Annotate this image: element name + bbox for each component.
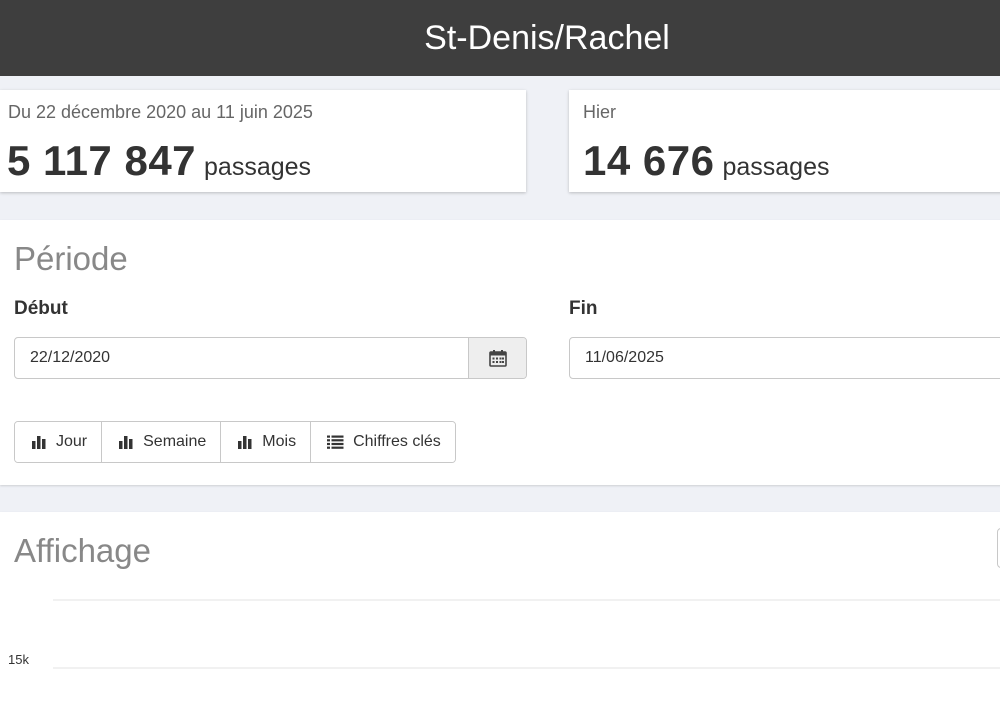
start-calendar-button[interactable] xyxy=(468,338,526,378)
jour-button[interactable]: Jour xyxy=(15,422,103,462)
chiffres-cles-button[interactable]: Chiffres clés xyxy=(311,422,455,462)
yesterday-count: 14 676 xyxy=(583,137,715,184)
date-range-text: Du 22 décembre 2020 au 11 juin 2025 xyxy=(8,102,313,122)
start-date-label: Début xyxy=(14,298,68,319)
bar-chart-icon xyxy=(31,435,47,449)
yesterday-passages-card: Hier 14 676 passages xyxy=(569,90,1000,192)
periode-title: Période xyxy=(14,240,128,277)
start-date-value[interactable]: 22/12/2020 xyxy=(15,349,468,367)
mois-button[interactable]: Mois xyxy=(221,422,312,462)
list-icon xyxy=(327,435,344,449)
periode-panel: Période Début 22/12/2020 Fin 11/06/2025 xyxy=(0,220,1000,485)
chiffres-cles-label: Chiffres clés xyxy=(353,433,441,450)
affichage-panel: Affichage 15k xyxy=(0,512,1000,702)
semaine-label: Semaine xyxy=(143,433,207,450)
y-tick-label: 15k xyxy=(8,652,29,667)
granularity-button-group: Jour Semaine Mois Chiffres clés xyxy=(14,421,456,463)
top-header-bar: St-Denis/Rachel xyxy=(0,0,1000,76)
semaine-button[interactable]: Semaine xyxy=(102,422,222,462)
chart: 15k xyxy=(8,599,1000,669)
calendar-icon xyxy=(488,350,507,367)
total-count: 5 117 847 xyxy=(7,137,197,184)
end-date-label: Fin xyxy=(569,298,598,319)
bar-chart-icon xyxy=(118,435,134,449)
page-title: St-Denis/Rachel xyxy=(424,18,670,57)
yesterday-label: Hier xyxy=(583,102,617,122)
mois-label: Mois xyxy=(262,433,297,450)
start-date-field[interactable]: 22/12/2020 xyxy=(14,337,527,379)
end-date-field[interactable]: 11/06/2025 xyxy=(569,337,1000,379)
jour-label: Jour xyxy=(56,433,88,450)
yesterday-stat: 14 676 passages xyxy=(583,137,830,185)
total-stat: 5 117 847 passages xyxy=(7,137,311,185)
bar-chart-icon xyxy=(237,435,253,449)
total-unit: passages xyxy=(204,153,312,181)
yesterday-unit: passages xyxy=(722,153,830,181)
end-date-value[interactable]: 11/06/2025 xyxy=(570,349,1000,367)
total-passages-card: Du 22 décembre 2020 au 11 juin 2025 5 11… xyxy=(0,90,526,192)
